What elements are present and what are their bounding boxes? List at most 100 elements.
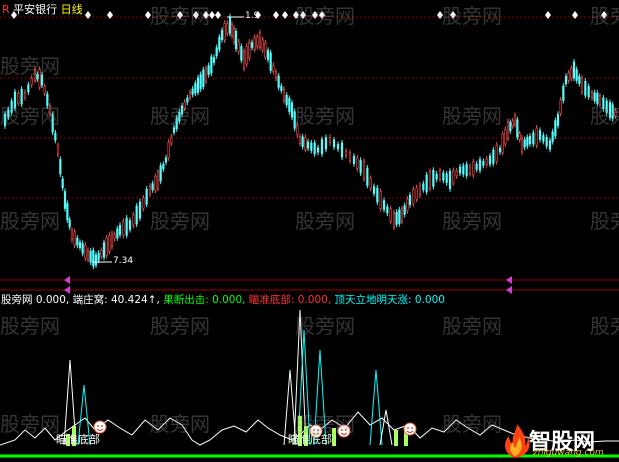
candle-body [73,231,76,246]
candle-body [167,141,170,159]
candle-body [110,233,114,247]
candle-body [572,61,576,79]
candle-body [218,36,221,50]
site-logo[interactable]: 智股网 zhiguwang.com [499,424,617,460]
candle-body [472,161,475,176]
candle-body [462,165,465,175]
triangle-marker [506,286,512,294]
candlesticks[interactable] [3,13,617,270]
stock-symbol[interactable]: 平安银行 [13,3,57,16]
candle-body [614,110,617,117]
ind-1-label: 端庄窝 [72,294,105,306]
candle-body [196,77,200,93]
candle-body [313,142,316,155]
candle-body [100,250,103,257]
candle-body [51,114,54,133]
candle-body [296,124,299,136]
signal-dot [450,11,456,19]
signal-dot [209,11,215,19]
signal-dot [215,11,221,19]
candle-body [344,150,348,156]
candle-body [535,127,538,146]
candle-body [207,65,210,75]
indicator-readout: 股旁网 0.000, 端庄窝: 40.424↑, 果断出击: 0.000, 瞄准… [1,294,445,306]
candle-body [56,145,60,155]
candle-body [523,139,526,148]
candle-body [108,235,111,252]
candle-body [504,129,507,145]
candle-body [398,209,401,224]
candle-body [551,131,554,142]
chart-title: R 平安银行 日线 [2,1,83,17]
candle-body [175,117,178,130]
candle-body [212,57,216,63]
candle-body [528,135,532,145]
candle-body [274,71,278,79]
candle-body [304,137,307,150]
candle-body [332,139,336,148]
smiley-eye [101,425,103,427]
flame-icon [505,424,530,458]
ind-4-value: 0.000 [414,294,445,306]
candle-body [151,183,154,191]
candle-body [138,201,142,219]
candle-body [280,85,283,91]
candle-body [478,159,482,171]
ind-2-label: 果断出击 [163,294,206,306]
candle-body [389,208,392,222]
candle-body [475,163,478,170]
candle-body [526,137,529,147]
candle-body [70,229,74,241]
candle-body [369,178,372,189]
candle-body [458,166,462,174]
candle-body [580,77,584,93]
candle-body [288,98,291,112]
candle-body [435,173,438,180]
candle-body [78,242,82,248]
ind-3-value: 0.000 [297,294,328,306]
candle-body [516,119,519,138]
candle-body [412,189,415,205]
candle-body [379,190,382,210]
candle-body [272,64,275,72]
candle-body [27,84,30,93]
candle-body [422,183,425,190]
candle-body [356,157,359,170]
candle-body [38,69,41,88]
candle-body [142,197,145,209]
candle-body [135,205,138,225]
candle-body [438,170,442,180]
candle-body [605,100,608,113]
candle-body [418,185,422,195]
candle-body [538,130,542,140]
candle-body [43,86,46,94]
chart-canvas[interactable] [0,0,619,462]
candle-body [232,27,236,43]
candle-body [148,185,152,195]
high-price-label: 1.9 [245,11,260,21]
candle-body [84,244,87,259]
candle-body [250,42,254,48]
signal-dot [282,11,288,19]
candle-body [228,16,232,34]
period-label[interactable]: 日线 [61,3,83,16]
candle-body [266,50,270,60]
candle-body [180,105,184,115]
candle-body [48,105,52,115]
candle-body [258,32,262,48]
signal-dot [107,11,113,19]
candle-body [102,242,106,258]
candle-body [298,136,302,144]
ind-1-value: 40.424 [110,294,148,306]
candle-body [564,75,568,85]
candle-body [386,206,389,214]
smiley-icon [403,422,417,436]
candle-body [145,188,148,205]
candle-body [234,30,238,50]
candle-body [63,191,67,209]
candle-body [328,136,332,144]
candle-body [277,75,280,88]
candle-body [172,127,176,133]
chart-stage: R 平安银行 日线 1.9 7.34 股旁网 0.000, 端庄窝: 40.42… [0,0,619,462]
candle-body [94,254,98,266]
